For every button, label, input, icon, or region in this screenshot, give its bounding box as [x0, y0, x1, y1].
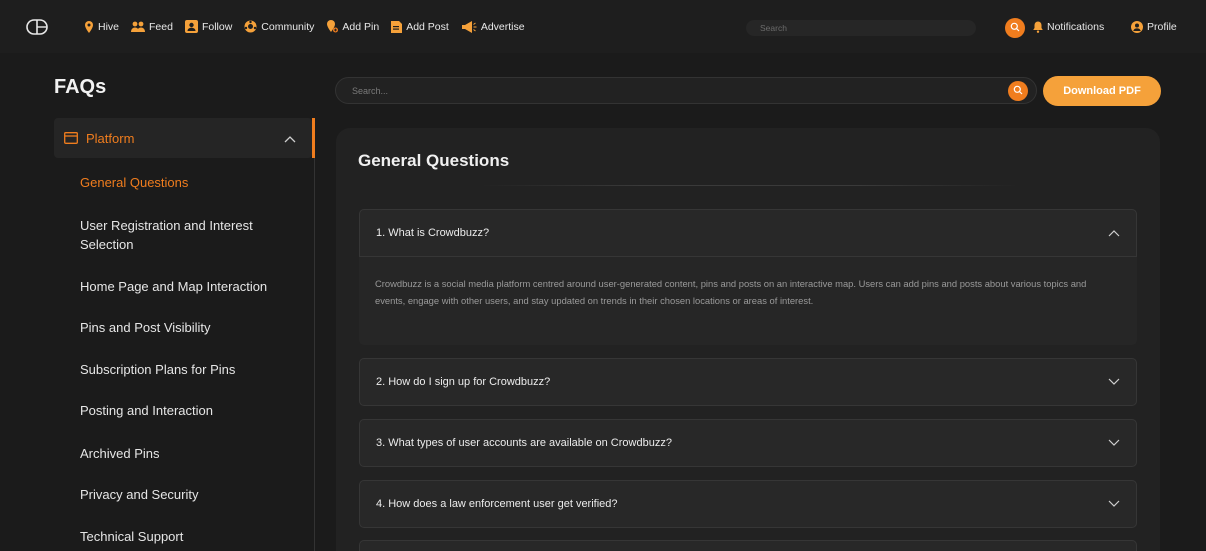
sidebar-divider [314, 158, 315, 551]
nav-add-pin-label: Add Pin [342, 20, 380, 33]
nav-add-post[interactable]: Add Post [391, 20, 449, 33]
top-search-input[interactable] [746, 20, 976, 36]
profile-label: Profile [1147, 20, 1177, 33]
sidebar-item-user-registration[interactable]: User Registration and Interest Selection [80, 216, 305, 254]
nav-feed[interactable]: Feed [131, 21, 173, 33]
nav-hive-label: Hive [98, 20, 120, 33]
faq-question-4[interactable]: 4. How does a law enforcement user get v… [359, 480, 1137, 528]
sidebar-item-general-questions[interactable]: General Questions [80, 173, 305, 192]
nav-feed-label: Feed [149, 20, 173, 33]
nav-advertise-label: Advertise [480, 20, 525, 33]
crowdbuzz-logo-icon[interactable] [26, 18, 48, 35]
search-icon [1010, 19, 1020, 37]
add-post-icon [391, 20, 403, 33]
top-search-button[interactable] [1005, 18, 1025, 38]
chevron-down-icon [1108, 438, 1120, 450]
sidebar-item-subscription-plans[interactable]: Subscription Plans for Pins [80, 360, 305, 379]
add-pin-icon [326, 20, 339, 33]
faq-answer-1: Crowdbuzz is a social media platform cen… [359, 257, 1137, 345]
top-nav: Hive Feed Follow Community Add Pin Add P… [0, 0, 1206, 53]
nav-follow-label: Follow [201, 20, 233, 33]
faq-question-5[interactable] [359, 540, 1137, 551]
notifications-label: Notifications [1047, 20, 1105, 33]
nav-community[interactable]: Community [244, 20, 314, 33]
nav-follow[interactable]: Follow [184, 20, 233, 33]
faq-question-1[interactable]: 1. What is Crowdbuzz? [359, 209, 1137, 257]
sidebar-item-posting-interaction[interactable]: Posting and Interaction [80, 401, 305, 420]
page-title: FAQs [54, 76, 107, 98]
sidebar-item-home-page-map[interactable]: Home Page and Map Interaction [80, 277, 305, 296]
window-icon [64, 132, 78, 144]
nav-add-post-label: Add Post [406, 20, 449, 33]
faq-question-2[interactable]: 2. How do I sign up for Crowdbuzz? [359, 358, 1137, 406]
chevron-up-icon [1108, 228, 1120, 240]
sidebar-item-privacy-security[interactable]: Privacy and Security [80, 485, 305, 504]
sidebar-item-pins-post-visibility[interactable]: Pins and Post Visibility [80, 318, 305, 337]
megaphone-icon [461, 20, 477, 33]
search-icon [1013, 82, 1023, 100]
faq-search-button[interactable] [1008, 81, 1028, 101]
faq-question-4-label: 4. How does a law enforcement user get v… [376, 498, 618, 510]
faq-search-input[interactable] [335, 77, 1037, 104]
sidebar-active-indicator [312, 118, 315, 158]
sidebar-category-platform[interactable]: Platform [54, 118, 312, 158]
nav-advertise[interactable]: Advertise [461, 20, 525, 33]
chevron-up-icon[interactable] [284, 131, 296, 146]
bell-icon [1033, 21, 1043, 33]
community-icon [244, 20, 257, 33]
follow-icon [184, 20, 198, 33]
nav-hive[interactable]: Hive [84, 20, 120, 33]
download-pdf-button[interactable]: Download PDF [1043, 76, 1161, 106]
profile-icon [1131, 20, 1143, 33]
faq-question-3[interactable]: 3. What types of user accounts are avail… [359, 419, 1137, 467]
sidebar-item-archived-pins[interactable]: Archived Pins [80, 444, 305, 463]
faq-question-3-label: 3. What types of user accounts are avail… [376, 437, 672, 449]
nav-add-pin[interactable]: Add Pin [326, 20, 379, 33]
nav-profile[interactable]: Profile [1131, 0, 1177, 53]
nav-community-label: Community [261, 20, 315, 33]
sidebar-item-technical-support[interactable]: Technical Support [80, 527, 305, 546]
pin-icon [84, 20, 94, 33]
section-title: General Questions [358, 151, 510, 170]
section-divider [480, 185, 1020, 186]
sidebar-category-label: Platform [86, 130, 135, 146]
page-scrollbar[interactable] [1196, 53, 1206, 551]
chevron-down-icon [1108, 499, 1120, 511]
users-icon [131, 21, 146, 32]
nav-notifications[interactable]: Notifications [1033, 0, 1104, 53]
faq-question-2-label: 2. How do I sign up for Crowdbuzz? [376, 376, 551, 388]
faq-question-1-label: 1. What is Crowdbuzz? [376, 227, 490, 239]
chevron-down-icon [1108, 377, 1120, 389]
